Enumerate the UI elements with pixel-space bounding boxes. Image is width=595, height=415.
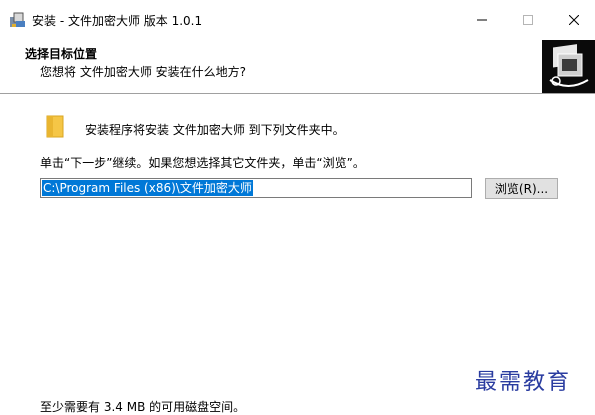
minimize-icon <box>477 19 487 20</box>
installer-app-icon <box>10 12 25 27</box>
wizard-logo-icon <box>542 40 595 93</box>
close-icon <box>569 14 579 25</box>
instruction-text: 单击“下一步”继续。如果您想选择其它文件夹，单击“浏览”。 <box>40 156 365 170</box>
page-title: 选择目标位置 <box>25 47 98 61</box>
window-title: 安装 - 文件加密大师 版本 1.0.1 <box>32 14 203 28</box>
browse-button[interactable]: 浏览(R)... <box>485 178 558 199</box>
watermark-text: 最需教育 <box>475 370 572 395</box>
install-path-value: C:\Program Files (x86)\文件加密大师 <box>42 180 253 196</box>
header-divider <box>0 93 595 95</box>
title-bar[interactable]: 安装 - 文件加密大师 版本 1.0.1 <box>0 0 595 39</box>
maximize-button[interactable] <box>505 0 551 39</box>
install-info-text: 安装程序将安装 文件加密大师 到下列文件夹中。 <box>85 123 345 137</box>
minimize-button[interactable] <box>459 0 505 39</box>
close-button[interactable] <box>551 0 595 39</box>
disk-space-text: 至少需要有 3.4 MB 的可用磁盘空间。 <box>40 400 246 414</box>
maximize-icon <box>523 14 533 25</box>
installer-wizard-logo <box>542 40 595 93</box>
folder-icon <box>46 115 64 138</box>
page-subtitle: 您想将 文件加密大师 安装在什么地方? <box>40 65 246 79</box>
install-path-input[interactable]: C:\Program Files (x86)\文件加密大师 <box>40 178 472 198</box>
